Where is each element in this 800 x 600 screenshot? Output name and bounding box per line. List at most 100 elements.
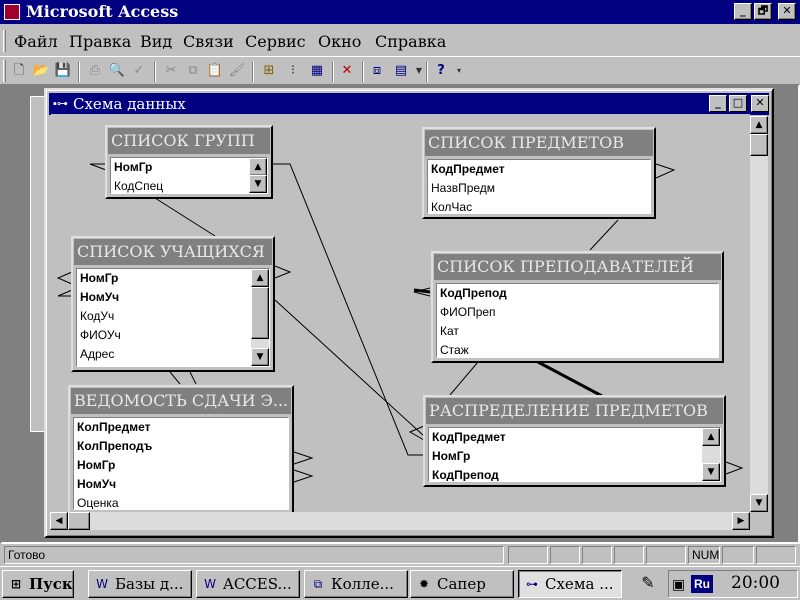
field-fioprep[interactable]: ФИОПреп [440, 303, 496, 322]
task-minesweeper[interactable]: ✹ Сапер [410, 570, 514, 598]
close-button[interactable]: ✕ [778, 3, 796, 20]
show-all-icon[interactable]: ▦ [308, 62, 326, 80]
show-direct-icon[interactable]: ⁝ [284, 62, 302, 80]
field-fiouch[interactable]: ФИОУч [80, 326, 121, 345]
field-nomgr[interactable]: НомГр [114, 158, 152, 177]
scroll-thumb[interactable] [750, 134, 768, 156]
table-grades[interactable]: ВЕДОМОСТЬ СДАЧИ Э... КолПредмет КолПрепо… [68, 385, 294, 515]
table-distribution[interactable]: РАСПРЕДЕЛЕНИЕ ПРЕДМЕТОВ КодПредмет НомГр… [423, 395, 726, 487]
cut-icon[interactable]: ✂ [162, 62, 180, 80]
field-nomuch[interactable]: НомУч [80, 288, 119, 307]
table-teachers[interactable]: СПИСОК ПРЕПОДАВАТЕЛЕЙ КодПрепод ФИОПреп … [431, 251, 724, 363]
save-icon[interactable]: 💾 [54, 62, 72, 80]
database-window-icon[interactable]: ⧈ [368, 62, 386, 80]
table-subjects-fields[interactable]: КодПредмет НазвПредм КолЧас [427, 159, 651, 214]
menu-tools[interactable]: Сервис [245, 32, 306, 51]
task-collection[interactable]: ⧉ Колле... [304, 570, 408, 598]
table-subjects[interactable]: СПИСОК ПРЕДМЕТОВ КодПредмет НазвПредм Ко… [422, 127, 656, 219]
field-kodprepod[interactable]: КодПрепод [440, 284, 507, 303]
table-teachers-fields[interactable]: КодПрепод ФИОПреп Кат Стаж [436, 283, 719, 358]
new-icon[interactable]: 🗋 [10, 62, 28, 80]
menu-relationships[interactable]: Связи [183, 32, 234, 51]
field-stazh[interactable]: Стаж [440, 341, 469, 357]
help-icon[interactable]: ? [432, 62, 450, 80]
access-key-icon[interactable] [4, 4, 20, 20]
menu-file[interactable]: Файл [14, 32, 58, 51]
scroll-up-icon[interactable]: ▲ [249, 158, 267, 176]
language-indicator[interactable]: Ru [691, 575, 713, 593]
field-nomgr[interactable]: НомГр [77, 456, 115, 475]
print-icon[interactable]: ⎙ [86, 62, 104, 80]
task-word-access[interactable]: W ACCES... [196, 570, 300, 598]
minimize-button[interactable]: _ [734, 3, 752, 20]
spelling-icon[interactable]: ✓ [130, 62, 148, 80]
table-groups-scrollbar[interactable]: ▲ ▼ [249, 158, 267, 193]
table-students[interactable]: СПИСОК УЧАЩИХСЯ НомГр НомУч КодУч ФИОУч … [71, 236, 275, 372]
table-groups[interactable]: СПИСОК ГРУПП НомГр КодСпец ▲ ▼ [105, 125, 273, 199]
table-grades-title[interactable]: ВЕДОМОСТЬ СДАЧИ Э... [71, 388, 291, 414]
scroll-down-icon[interactable]: ▼ [251, 348, 269, 366]
scroll-right-icon[interactable]: ▶ [732, 512, 750, 530]
clock[interactable]: 20:00 [731, 573, 780, 593]
show-table-icon[interactable]: ⊞ [260, 62, 278, 80]
scroll-down-icon[interactable]: ▼ [249, 175, 267, 193]
tray-app-icon[interactable]: ▣ [672, 576, 685, 593]
start-button[interactable]: ⊞ Пуск [2, 570, 74, 598]
scroll-thumb[interactable] [251, 287, 269, 339]
open-icon[interactable]: 📂 [32, 62, 50, 80]
field-ocenka[interactable]: Оценка [77, 494, 119, 509]
scroll-thumb[interactable] [68, 512, 90, 530]
relationships-titlebar[interactable]: ▪⊶ Схема данных _ □ ✕ [49, 93, 769, 115]
field-adres[interactable]: Адрес [80, 345, 114, 364]
menu-edit[interactable]: Правка [69, 32, 131, 51]
scroll-down-icon[interactable]: ▼ [750, 494, 768, 512]
table-teachers-title[interactable]: СПИСОК ПРЕПОДАВАТЕЛЕЙ [434, 254, 721, 280]
field-koduch[interactable]: КодУч [80, 307, 114, 326]
menu-window[interactable]: Окно [318, 32, 361, 51]
format-painter-icon[interactable]: 🖌 [228, 62, 246, 80]
menubar-grip[interactable] [3, 30, 6, 52]
table-groups-fields[interactable]: НомГр КодСпец ▲ ▼ [110, 157, 268, 194]
scroll-down-icon[interactable]: ▼ [702, 463, 720, 481]
field-kodprepod[interactable]: КодПрепод [432, 466, 499, 481]
table-distribution-scrollbar[interactable]: ▲ ▼ [702, 428, 720, 481]
table-distribution-fields[interactable]: КодПредмет НомГр КодПрепод ▲ ▼ [428, 427, 721, 482]
field-kat[interactable]: Кат [440, 322, 459, 341]
table-grades-fields[interactable]: КолПредмет КолПреподъ НомГр НомУч Оценка [73, 417, 289, 510]
field-nomgr[interactable]: НомГр [80, 269, 118, 288]
new-object-icon[interactable]: ▤ [392, 62, 410, 80]
quick-launch-icon[interactable]: ✎ [636, 572, 660, 596]
scroll-up-icon[interactable]: ▲ [251, 269, 269, 287]
scroll-left-icon[interactable]: ◀ [50, 512, 68, 530]
table-students-fields[interactable]: НомГр НомУч КодУч ФИОУч Адрес ▲ ▼ [76, 268, 270, 367]
field-kolprepod[interactable]: КолПреподъ [77, 437, 152, 456]
task-relationships[interactable]: ⊶ Схема ... [518, 570, 622, 598]
scroll-up-icon[interactable]: ▲ [750, 116, 768, 134]
menu-help[interactable]: Справка [375, 32, 446, 51]
field-nazvpredm[interactable]: НазвПредм [431, 179, 495, 198]
table-groups-title[interactable]: СПИСОК ГРУПП [108, 128, 270, 154]
task-word-databases[interactable]: W Базы д... [88, 570, 192, 598]
field-kodpredmet[interactable]: КодПредмет [432, 428, 506, 447]
relationships-vertical-scrollbar[interactable]: ▲ ▼ [750, 116, 768, 512]
toolbar-grip[interactable] [3, 60, 6, 82]
scroll-up-icon[interactable]: ▲ [702, 428, 720, 446]
menu-view[interactable]: Вид [140, 32, 172, 51]
field-kolpredmet[interactable]: КолПредмет [77, 418, 151, 437]
rel-maximize-button[interactable]: □ [729, 95, 747, 112]
toolbar-more-icon[interactable]: ▾ [450, 62, 468, 80]
rel-close-button[interactable]: ✕ [751, 95, 769, 112]
relationships-icon[interactable]: ▪⊶ [53, 98, 69, 110]
table-distribution-title[interactable]: РАСПРЕДЕЛЕНИЕ ПРЕДМЕТОВ [426, 398, 723, 424]
restore-button[interactable]: 🗗 [754, 3, 772, 20]
field-kodspec[interactable]: КодСпец [114, 177, 163, 193]
table-subjects-title[interactable]: СПИСОК ПРЕДМЕТОВ [425, 130, 653, 156]
table-students-title[interactable]: СПИСОК УЧАЩИХСЯ [74, 239, 272, 265]
field-nomuch[interactable]: НомУч [77, 475, 116, 494]
field-nomgr[interactable]: НомГр [432, 447, 470, 466]
table-students-scrollbar[interactable]: ▲ ▼ [251, 269, 269, 366]
paste-icon[interactable]: 📋 [206, 62, 224, 80]
copy-icon[interactable]: ⧉ [184, 62, 202, 80]
field-kodpredmet[interactable]: КодПредмет [431, 160, 505, 179]
relationships-horizontal-scrollbar[interactable]: ◀ ▶ [50, 512, 750, 530]
